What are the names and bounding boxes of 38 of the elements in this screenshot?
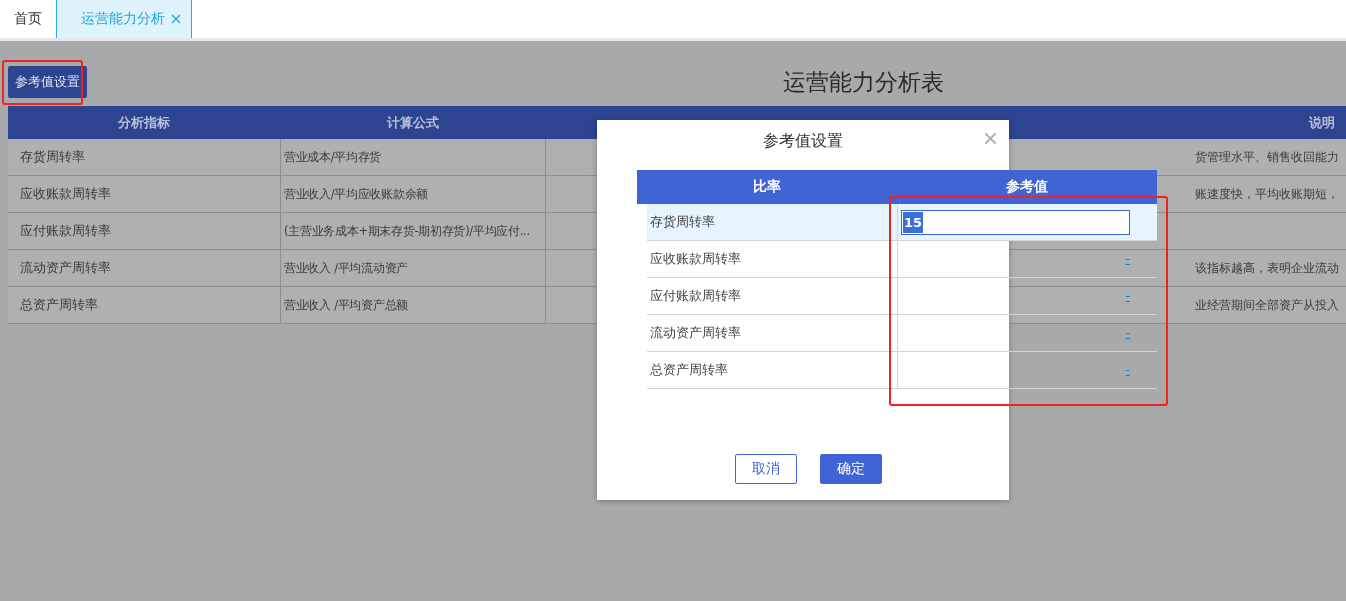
table-cell: 存货周转率 — [650, 213, 715, 231]
table-cell: 应收账款周转率 — [650, 250, 741, 268]
column-header: 分析指标 — [118, 113, 170, 132]
tab[interactable]: 首页 — [0, 0, 56, 38]
close-icon[interactable] — [984, 132, 997, 145]
table-cell: 总资产周转率 — [20, 296, 98, 314]
table-row[interactable]: 应付账款周转率 - — [647, 278, 1157, 315]
table-cell: 总资产周转率 — [650, 361, 728, 379]
table-cell: 货管理水平、销售收回能力 — [1195, 149, 1339, 165]
table-cell: 存货周转率 — [20, 148, 85, 166]
table-cell: 业经营期间全部资产从投入 — [1195, 297, 1339, 313]
table-cell: 营业收入 /平均资产总额 — [284, 297, 408, 313]
table-cell: 营业收入 /平均流动资产 — [284, 260, 408, 276]
table-cell: 账速度快，平均收账期短， — [1195, 186, 1339, 202]
table-cell: 应付账款周转率 — [650, 287, 741, 305]
table-cell: 该指标越高，表明企业流动 — [1195, 260, 1339, 276]
column-header: 参考值 — [1005, 178, 1049, 196]
table-row[interactable]: 应收账款周转率 - — [647, 241, 1157, 278]
column-header: 比率 — [752, 178, 782, 196]
report-title: 运营能力分析表 — [781, 68, 945, 97]
column-header: 计算公式 — [386, 113, 439, 132]
dialog-title: 参考值设置 — [762, 131, 844, 151]
table-cell: 应收账款周转率 — [20, 185, 111, 203]
table-cell: 流动资产周转率 — [650, 324, 741, 342]
table-cell: 流动资产周转率 — [20, 259, 111, 277]
table-cell: 营业收入/平均应收账款余额 — [284, 186, 428, 202]
column-header: 说明 — [1309, 113, 1335, 132]
table-cell: (主营业务成本+期末存货-期初存货)/平均应付... — [284, 223, 530, 239]
confirm-button[interactable]: 确定 — [819, 454, 882, 484]
reference-settings-button[interactable]: 参考值设置 — [8, 66, 87, 98]
table-cell: 营业成本/平均存货 — [284, 149, 382, 165]
table-row[interactable]: 存货周转率 15 — [647, 204, 1157, 241]
table-row[interactable]: 总资产周转率 - — [647, 352, 1157, 389]
table-row[interactable]: 流动资产周转率 - — [647, 315, 1157, 352]
value-input-field[interactable]: 15 — [901, 209, 1130, 235]
table-cell: 应付账款周转率 — [20, 222, 111, 240]
close-icon[interactable] — [171, 14, 181, 24]
cancel-button[interactable]: 取消 — [734, 454, 797, 484]
